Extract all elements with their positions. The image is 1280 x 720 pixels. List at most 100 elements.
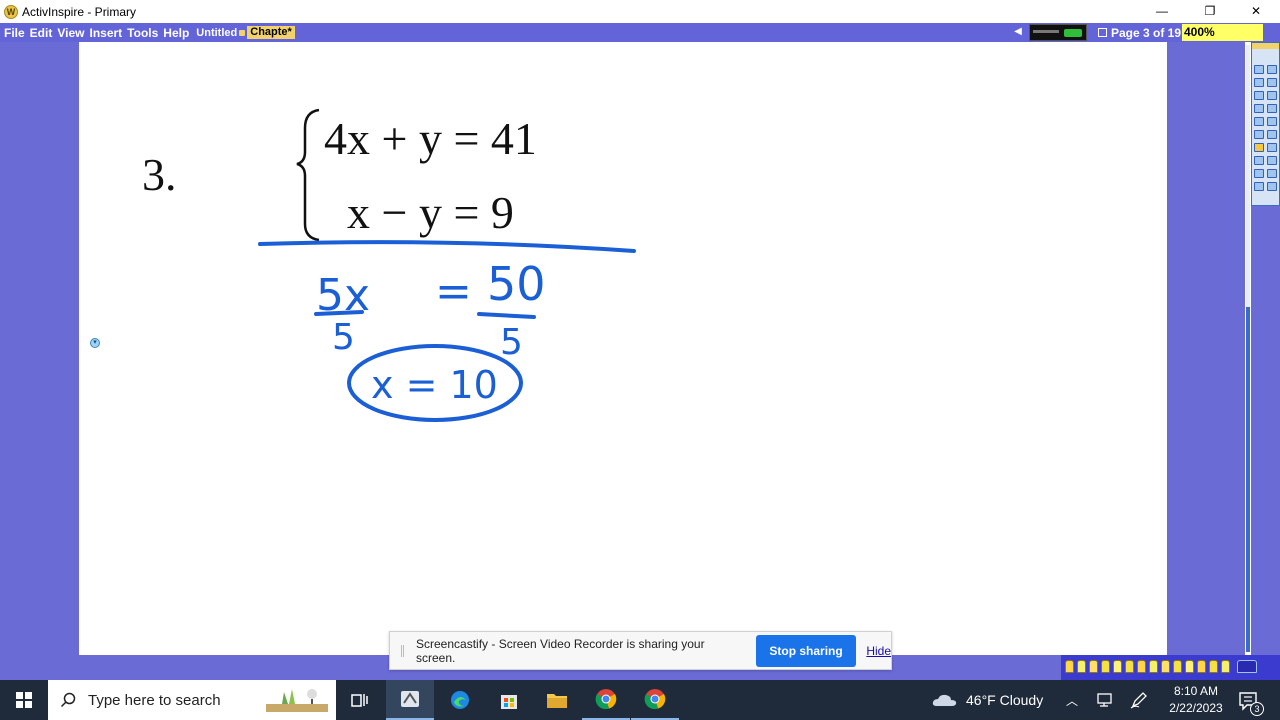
pen-12-icon[interactable]: [1197, 660, 1206, 673]
store-icon: [501, 695, 517, 709]
pen-11-icon[interactable]: [1185, 660, 1194, 673]
taskbar-file-explorer[interactable]: [533, 680, 581, 720]
scrollbar-track-upper[interactable]: [1246, 45, 1250, 307]
menu-help[interactable]: Help: [163, 26, 189, 40]
equation-1: 4x + y = 41: [324, 113, 537, 164]
tool-select-icon[interactable]: [1254, 65, 1264, 74]
tool-text-icon[interactable]: [1254, 104, 1264, 113]
menu-insert[interactable]: Insert: [89, 26, 122, 40]
menu-bar: File Edit View Insert Tools Help Untitle…: [0, 23, 1280, 42]
tool-redo-icon[interactable]: [1267, 117, 1277, 126]
tool-spotlight-icon[interactable]: [1267, 169, 1277, 178]
tool-zoom-icon[interactable]: [1254, 169, 1264, 178]
page-icon: [1098, 28, 1107, 37]
pen-8-icon[interactable]: [1149, 660, 1158, 673]
activinspire-app-icon: W: [4, 4, 18, 19]
start-button[interactable]: [0, 680, 48, 720]
floating-menu-icon[interactable]: ▾: [90, 338, 100, 348]
tool-color-yellow-icon[interactable]: [1254, 143, 1264, 152]
taskbar: Type here to search 46°F Cloudy ︿ 8:10 A…: [0, 680, 1280, 720]
palette-menu-icon[interactable]: [1237, 660, 1257, 673]
clock-date: 2/22/2023: [1169, 701, 1223, 715]
weather-widget[interactable]: 46°F Cloudy: [932, 680, 1043, 720]
pen-4-icon[interactable]: [1101, 660, 1110, 673]
taskbar-chrome-1[interactable]: [582, 680, 630, 720]
clock-time: 8:10 AM: [1173, 684, 1219, 698]
tool-reveal-icon[interactable]: [1254, 182, 1264, 191]
page-indicator: Page 3 of 19: [1098, 25, 1181, 40]
collapse-arrow-icon[interactable]: ◀: [1011, 25, 1025, 39]
ink-divisor-right: 5: [500, 322, 523, 363]
taskbar-activinspire[interactable]: [386, 680, 434, 720]
pen-2-icon[interactable]: [1077, 660, 1086, 673]
tool-recorder-icon[interactable]: [1267, 182, 1277, 191]
tool-undo-icon[interactable]: [1254, 117, 1264, 126]
pen-1-icon[interactable]: [1065, 660, 1074, 673]
ink-equals: =: [435, 266, 472, 317]
pen-5-icon[interactable]: [1113, 660, 1122, 673]
tool-pen-icon[interactable]: [1267, 65, 1277, 74]
menu-view[interactable]: View: [57, 26, 84, 40]
page-indicator-text: Page 3 of 19: [1111, 25, 1182, 40]
equation-2: x − y = 9: [347, 187, 514, 238]
ink-answer: x = 10: [371, 363, 498, 407]
tool-fill-icon[interactable]: [1267, 104, 1277, 113]
canvas-drawing: 3. 4x + y = 41 x − y = 9 5x = 50 5 5 x =…: [142, 108, 636, 422]
show-hidden-icons-chevron-icon[interactable]: ︿: [1064, 692, 1080, 708]
chrome-icon: [595, 689, 617, 710]
close-button[interactable]: ✕: [1233, 0, 1279, 23]
page-thumbnail-strip[interactable]: [1029, 24, 1087, 41]
tool-highlighter-icon[interactable]: [1254, 78, 1264, 87]
windows-logo-icon: [16, 692, 32, 708]
doc-tab-chapter[interactable]: Chapte*: [247, 26, 295, 39]
menu-tools[interactable]: Tools: [127, 26, 158, 40]
clock[interactable]: 8:10 AM 2/22/2023: [1160, 680, 1232, 720]
pen-7-icon[interactable]: [1137, 660, 1146, 673]
taskbar-edge[interactable]: [436, 680, 484, 720]
cloud-icon: [932, 694, 957, 706]
edge-icon: [451, 691, 469, 709]
zoom-level-field[interactable]: 400%: [1182, 24, 1263, 41]
taskbar-chrome-2[interactable]: [631, 680, 679, 720]
notification-count-badge: 3: [1250, 702, 1264, 716]
pen-9-icon[interactable]: [1161, 660, 1170, 673]
activinspire-icon: [401, 691, 419, 707]
scrollbar-thumb[interactable]: [1246, 307, 1250, 652]
tool-shape-icon[interactable]: [1254, 91, 1264, 100]
flipchart-canvas[interactable]: 3. 4x + y = 41 x − y = 9 5x = 50 5 5 x =…: [79, 42, 1167, 655]
pen-13-icon[interactable]: [1209, 660, 1218, 673]
folder-icon: [547, 694, 567, 708]
network-icon[interactable]: [1096, 692, 1114, 708]
stop-sharing-button[interactable]: Stop sharing: [755, 634, 857, 667]
pen-workspace-icon[interactable]: [1130, 691, 1148, 709]
menu-edit[interactable]: Edit: [30, 26, 53, 40]
title-bar: W ActivInspire - Primary — ❐ ✕: [0, 0, 1280, 23]
restore-button[interactable]: ❐: [1187, 0, 1233, 23]
problem-number: 3.: [142, 149, 177, 200]
drag-handle-icon[interactable]: [401, 644, 404, 657]
taskbar-search-box[interactable]: Type here to search: [48, 680, 336, 720]
pen-3-icon[interactable]: [1089, 660, 1098, 673]
tool-clear-icon[interactable]: [1267, 130, 1277, 139]
tool-line-icon[interactable]: [1267, 91, 1277, 100]
taskbar-store[interactable]: [485, 680, 533, 720]
ink-fraction-bar-right: [477, 312, 536, 319]
pen-10-icon[interactable]: [1173, 660, 1182, 673]
tool-camera-icon[interactable]: [1267, 143, 1277, 152]
ink-divisor-left: 5: [332, 317, 355, 358]
doc-tab-untitled[interactable]: Untitled: [196, 27, 237, 39]
pen-14-icon[interactable]: [1221, 660, 1230, 673]
minimize-button[interactable]: —: [1139, 0, 1185, 23]
task-view-button[interactable]: [336, 680, 384, 720]
toolbox-handle[interactable]: [1252, 43, 1279, 49]
hide-link[interactable]: Hide: [866, 644, 891, 658]
pen-palette: [1061, 655, 1280, 680]
pen-6-icon[interactable]: [1125, 660, 1134, 673]
tool-page-next-icon[interactable]: [1267, 156, 1277, 165]
ink-sum-line: [258, 240, 636, 253]
tool-eraser-icon[interactable]: [1267, 78, 1277, 87]
menu-file[interactable]: File: [4, 26, 25, 40]
tab-close-icon[interactable]: [239, 29, 246, 36]
tool-page-prev-icon[interactable]: [1254, 156, 1264, 165]
tool-reset-icon[interactable]: [1254, 130, 1264, 139]
